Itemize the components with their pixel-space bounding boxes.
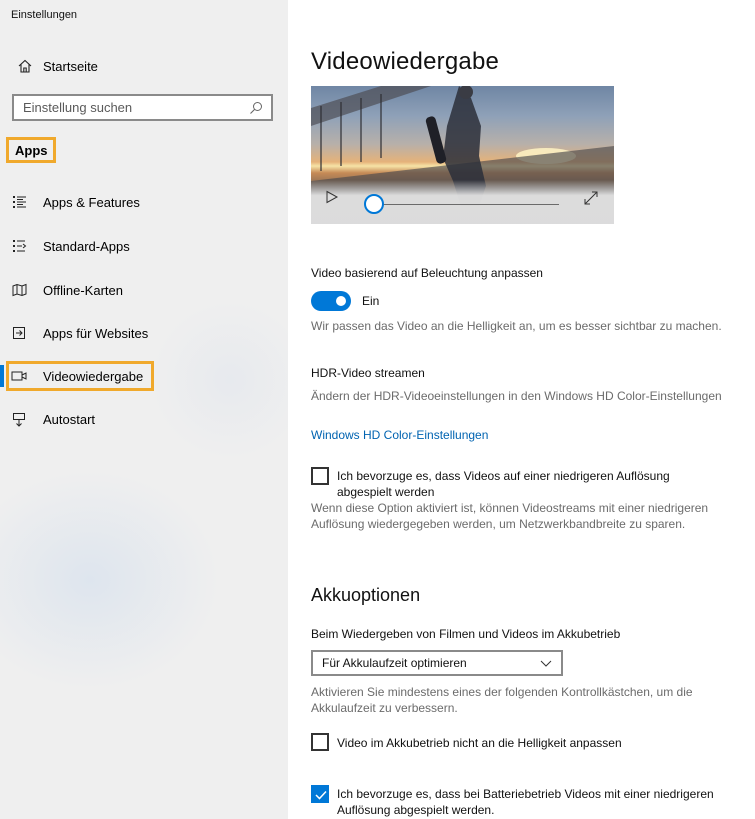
lighting-toggle[interactable]	[311, 291, 351, 311]
sidebar-item-label: Videowiedergabe	[43, 368, 144, 384]
sidebar-item-label: Autostart	[43, 411, 96, 427]
sidebar-item-apps-for-websites[interactable]: Apps für Websites	[0, 318, 288, 348]
page-title: Videowiedergabe	[311, 48, 500, 75]
startup-icon	[11, 411, 27, 427]
background-glow	[0, 470, 220, 690]
lighting-description: Wir passen das Video an die Helligkeit a…	[311, 319, 722, 333]
fullscreen-icon[interactable]	[583, 190, 599, 206]
battery-options-heading: Akkuoptionen	[311, 585, 421, 605]
map-icon	[11, 282, 27, 298]
section-heading-apps: Apps	[6, 137, 56, 163]
video-progress-track[interactable]	[373, 204, 559, 205]
video-preview[interactable]	[311, 86, 614, 224]
battery-mode-value: Für Akkulaufzeit optimieren	[322, 656, 467, 670]
sidebar-item-video-playback[interactable]: Videowiedergabe	[0, 361, 288, 391]
low-resolution-description: Wenn diese Option aktiviert ist, können …	[311, 501, 709, 531]
web-apps-icon	[11, 325, 27, 341]
sidebar-item-default-apps[interactable]: Standard-Apps	[0, 231, 288, 261]
home-icon	[16, 59, 34, 73]
battery-description: Aktivieren Sie mindestens eines der folg…	[311, 685, 693, 715]
apps-features-icon	[11, 194, 27, 210]
battery-select-label: Beim Wiedergeben von Filmen und Videos i…	[311, 627, 621, 641]
battery-mode-dropdown[interactable]: Für Akkulaufzeit optimieren	[311, 650, 563, 676]
hdr-settings-link[interactable]: Windows HD Color-Einstellungen	[311, 428, 488, 442]
window-title: Einstellungen	[11, 9, 78, 21]
search-icon[interactable]	[249, 101, 263, 115]
battery-brightness-label: Video im Akkubetrieb nicht an die Hellig…	[337, 736, 622, 750]
sidebar-item-startup[interactable]: Autostart	[0, 404, 288, 434]
player-controls-background	[311, 180, 614, 224]
sidebar-item-apps-features[interactable]: Apps & Features	[0, 187, 288, 217]
sidebar-item-offline-maps[interactable]: Offline-Karten	[0, 275, 288, 305]
battery-low-resolution-checkbox[interactable]	[311, 785, 329, 803]
play-icon[interactable]	[325, 190, 339, 204]
battery-brightness-checkbox[interactable]	[311, 733, 329, 751]
sidebar-item-label: Standard-Apps	[43, 238, 130, 254]
video-icon	[11, 368, 27, 384]
sidebar: Einstellungen Startseite Apps Apps & Fea…	[0, 0, 288, 819]
low-resolution-checkbox[interactable]	[311, 467, 329, 485]
hdr-description: Ändern der HDR-Videoeinstellungen in den…	[311, 389, 722, 403]
hdr-heading: HDR-Video streamen	[311, 366, 425, 380]
lighting-toggle-state: Ein	[362, 294, 380, 308]
checkmark-icon	[315, 790, 327, 800]
sidebar-item-label: Apps & Features	[43, 194, 140, 210]
home-link[interactable]: Startseite	[16, 56, 98, 76]
search-input[interactable]	[23, 100, 249, 115]
lighting-setting-label: Video basierend auf Beleuchtung anpassen	[311, 266, 543, 280]
default-apps-icon	[11, 238, 27, 254]
home-label: Startseite	[43, 58, 98, 74]
low-resolution-label: Ich bevorzuge es, dass Videos auf einer …	[337, 469, 670, 499]
sidebar-item-label: Apps für Websites	[43, 325, 149, 341]
battery-low-resolution-label: Ich bevorzuge es, dass bei Batteriebetri…	[337, 787, 714, 817]
sidebar-item-label: Offline-Karten	[43, 282, 123, 298]
search-box[interactable]	[12, 94, 273, 121]
chevron-down-icon	[540, 660, 552, 667]
video-progress-thumb[interactable]	[364, 194, 384, 214]
